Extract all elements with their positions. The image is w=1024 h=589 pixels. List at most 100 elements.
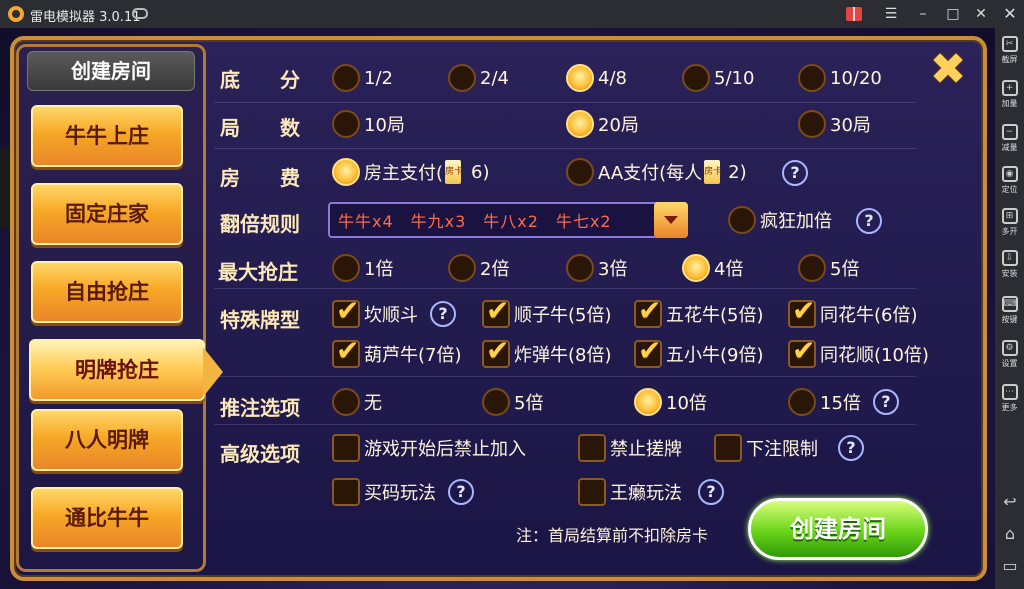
gear-icon: ⚙ bbox=[1001, 340, 1018, 356]
home-icon[interactable]: ⌂ bbox=[1001, 524, 1019, 543]
scissors-icon: ✂ bbox=[1001, 36, 1018, 52]
check-bomb-niu[interactable]: 炸弹牛(8倍) bbox=[482, 334, 612, 368]
emulator-sidebar: ✕ ✂ 截屏 + 加量 − 减量 ◉ 定位 ⊞ 多开 ⇩ 安装 ⌨ 按键 ⚙ 设置 ⋯ 更多 ↩ … bbox=[995, 0, 1024, 589]
radio-crazy-double[interactable]: 疯狂加倍 bbox=[728, 206, 832, 234]
radio-push-none[interactable]: 无 bbox=[332, 388, 382, 416]
checkbox-checked bbox=[634, 334, 662, 368]
radio-circle bbox=[566, 158, 594, 186]
radio-rounds-10[interactable]: 10局 bbox=[332, 110, 405, 138]
radio-circle bbox=[728, 206, 756, 234]
checkbox-checked bbox=[332, 334, 360, 368]
sidebar-item-more[interactable]: ⋯ 更多 bbox=[995, 384, 1024, 413]
mode-button-free-grab[interactable]: 自由抢庄 bbox=[31, 261, 183, 323]
check-straight-niu[interactable]: 顺子牛(5倍) bbox=[482, 294, 612, 328]
check-full-house-niu[interactable]: 葫芦牛(7倍) bbox=[332, 334, 462, 368]
checkbox-checked bbox=[482, 334, 510, 368]
sidebar-item-location[interactable]: ◉ 定位 bbox=[995, 166, 1024, 195]
sidebar-close-icon[interactable]: ✕ bbox=[999, 4, 1021, 23]
check-no-card-rub[interactable]: 禁止搓牌 bbox=[578, 434, 682, 462]
radio-grab-5[interactable]: 5倍 bbox=[798, 254, 859, 282]
mode-button-compare-all[interactable]: 通比牛牛 bbox=[31, 487, 183, 549]
window-close-button[interactable]: ✕ bbox=[970, 4, 992, 24]
radio-circle bbox=[332, 110, 360, 138]
radio-grab-1[interactable]: 1倍 bbox=[332, 254, 393, 282]
radio-circle bbox=[332, 388, 360, 416]
radio-circle-selected bbox=[566, 110, 594, 138]
help-icon[interactable]: ? bbox=[448, 479, 474, 505]
minimize-button[interactable]: – bbox=[912, 4, 934, 24]
settings-form: 底 分 1/2 2/4 4/8 5/10 10/20 局 数 10局 20局 3… bbox=[214, 50, 929, 520]
radio-fee-aa[interactable]: AA支付(每人 房卡 2) bbox=[566, 158, 747, 186]
check-flush-niu[interactable]: 同花牛(6倍) bbox=[788, 294, 918, 328]
gamepad-icon[interactable] bbox=[132, 8, 148, 19]
check-buy-code[interactable]: 买码玩法? bbox=[332, 478, 474, 506]
mode-button-fixed-banker[interactable]: 固定庄家 bbox=[31, 183, 183, 245]
help-icon[interactable]: ? bbox=[838, 435, 864, 461]
check-wild-king[interactable]: 王癞玩法? bbox=[578, 478, 724, 506]
sidebar-item-install[interactable]: ⇩ 安装 bbox=[995, 250, 1024, 279]
radio-circle-selected bbox=[682, 254, 710, 282]
fee-help[interactable]: ? bbox=[782, 160, 808, 186]
radio-base-5-10[interactable]: 5/10 bbox=[682, 64, 754, 92]
help-icon[interactable]: ? bbox=[430, 301, 456, 327]
mode-button-eight-player[interactable]: 八人明牌 bbox=[31, 409, 183, 471]
radio-rounds-30[interactable]: 30局 bbox=[798, 110, 871, 138]
radio-circle-selected bbox=[332, 158, 360, 186]
check-five-flower-niu[interactable]: 五花牛(5倍) bbox=[634, 294, 764, 328]
mode-button-niuniu-banker[interactable]: 牛牛上庄 bbox=[31, 105, 183, 167]
sidebar-item-settings[interactable]: ⚙ 设置 bbox=[995, 340, 1024, 369]
check-straight-flush[interactable]: 同花顺(10倍) bbox=[788, 334, 929, 368]
radio-circle bbox=[332, 254, 360, 282]
chevron-down-icon[interactable] bbox=[654, 202, 688, 238]
checkbox-checked bbox=[482, 294, 510, 328]
radio-grab-4[interactable]: 4倍 bbox=[682, 254, 743, 282]
radio-circle-selected bbox=[566, 64, 594, 92]
divider bbox=[214, 424, 916, 425]
radio-push-15[interactable]: 15倍? bbox=[788, 388, 899, 416]
check-five-small-niu[interactable]: 五小牛(9倍) bbox=[634, 334, 764, 368]
gift-icon[interactable] bbox=[846, 7, 862, 21]
radio-base-10-20[interactable]: 10/20 bbox=[798, 64, 882, 92]
menu-button[interactable]: ☰ bbox=[880, 4, 902, 24]
label-base-score: 底 分 bbox=[220, 68, 300, 92]
radio-circle-selected bbox=[634, 388, 662, 416]
radio-push-10[interactable]: 10倍 bbox=[634, 388, 707, 416]
sidebar-item-volume-down[interactable]: − 减量 bbox=[995, 124, 1024, 153]
more-icon: ⋯ bbox=[1001, 384, 1018, 400]
dropdown-value: 牛牛x4 牛九x3 牛八x2 牛七x2 bbox=[338, 212, 612, 231]
back-icon[interactable]: ↩ bbox=[1001, 492, 1019, 511]
radio-base-4-8[interactable]: 4/8 bbox=[566, 64, 627, 92]
recent-apps-icon[interactable]: ▭ bbox=[1001, 556, 1019, 575]
close-icon[interactable]: ✖ bbox=[928, 48, 968, 92]
help-icon[interactable]: ? bbox=[698, 479, 724, 505]
maximize-button[interactable]: □ bbox=[942, 4, 964, 24]
radio-circle bbox=[448, 254, 476, 282]
double-rule-dropdown[interactable]: 牛牛x4 牛九x3 牛八x2 牛七x2 bbox=[328, 202, 688, 238]
create-room-button[interactable]: 创建房间 bbox=[748, 498, 928, 560]
label-max-grab: 最大抢庄 bbox=[218, 260, 298, 284]
radio-base-1-2[interactable]: 1/2 bbox=[332, 64, 393, 92]
radio-base-2-4[interactable]: 2/4 bbox=[448, 64, 509, 92]
sidebar-item-screenshot[interactable]: ✂ 截屏 bbox=[995, 36, 1024, 65]
sidebar-item-volume-up[interactable]: + 加量 bbox=[995, 80, 1024, 109]
radio-grab-3[interactable]: 3倍 bbox=[566, 254, 627, 282]
radio-fee-owner[interactable]: 房主支付(房卡 6) bbox=[332, 158, 490, 186]
check-no-join-after-start[interactable]: 游戏开始后禁止加入 bbox=[332, 434, 526, 462]
help-icon: ? bbox=[782, 160, 808, 186]
radio-circle bbox=[798, 254, 826, 282]
check-bet-limit[interactable]: 下注限制? bbox=[714, 434, 864, 462]
radio-push-5[interactable]: 5倍 bbox=[482, 388, 543, 416]
mode-list-panel: 创建房间 牛牛上庄 固定庄家 自由抢庄 明牌抢庄 八人明牌 通比牛牛 bbox=[16, 44, 223, 572]
location-icon: ◉ bbox=[1001, 166, 1018, 182]
sidebar-item-keyboard[interactable]: ⌨ 按键 bbox=[995, 296, 1024, 325]
radio-grab-2[interactable]: 2倍 bbox=[448, 254, 509, 282]
sidebar-item-multi[interactable]: ⊞ 多开 bbox=[995, 208, 1024, 237]
check-kanshundou[interactable]: 坎顺斗? bbox=[332, 294, 456, 328]
window-title: 雷电模拟器 3.0.11 bbox=[30, 10, 141, 25]
mode-button-open-grab[interactable]: 明牌抢庄 bbox=[29, 339, 223, 401]
radio-circle bbox=[448, 64, 476, 92]
crazy-double-help[interactable]: ? bbox=[856, 208, 882, 234]
checkbox-checked bbox=[332, 294, 360, 328]
help-icon[interactable]: ? bbox=[872, 389, 899, 415]
radio-rounds-20[interactable]: 20局 bbox=[566, 110, 639, 138]
